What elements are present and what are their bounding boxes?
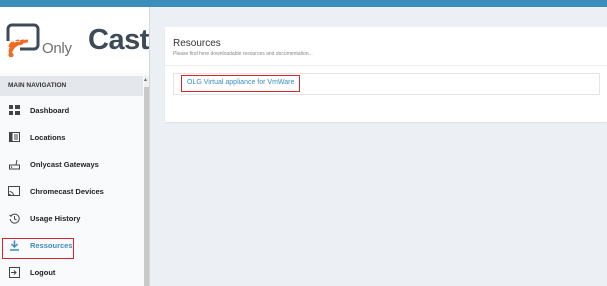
history-icon — [8, 212, 20, 224]
sidebar-item-label: Usage History — [30, 213, 81, 223]
logout-icon — [8, 266, 20, 278]
sidebar-scrollbar-thumb[interactable] — [144, 87, 149, 286]
sidebar-item-onlycast-gateways[interactable]: Onlycast Gateways — [0, 152, 143, 176]
sidebar-item-dashboard[interactable]: Dashboard — [0, 98, 143, 122]
scroll-up-icon[interactable]: ▲ — [143, 77, 148, 83]
sidebar-item-locations[interactable]: Locations — [0, 125, 143, 149]
sidebar: Only Cast MAIN NAVIGATION ▲ Dashboard Lo… — [0, 7, 150, 286]
resource-link-olg-vmware[interactable]: OLG Virtual appliance for VmWare — [181, 75, 301, 92]
sidebar-item-usage-history[interactable]: Usage History — [0, 206, 143, 230]
resource-row: OLG Virtual appliance for VmWare — [173, 73, 600, 95]
dashboard-icon — [8, 104, 20, 116]
sidebar-item-label: Chromecast Devices — [30, 186, 104, 196]
top-bar — [0, 0, 607, 7]
gateway-icon — [8, 158, 20, 170]
brand-cast-text: Cast — [88, 24, 149, 56]
logo[interactable]: Only Cast — [0, 7, 149, 73]
sidebar-item-logout[interactable]: Logout — [0, 260, 143, 284]
divider — [165, 65, 607, 66]
main-content: Resources Please find here downloadable … — [150, 7, 607, 286]
onlycast-logo-icon — [6, 23, 40, 57]
sidebar-item-chromecast-devices[interactable]: Chromecast Devices — [0, 179, 143, 203]
resources-card: Resources Please find here downloadable … — [165, 27, 607, 122]
nav-header: MAIN NAVIGATION — [0, 76, 143, 96]
highlight-box — [2, 238, 74, 259]
locations-icon — [8, 131, 20, 143]
sidebar-item-label: Onlycast Gateways — [30, 159, 99, 169]
chromecast-icon — [8, 185, 20, 197]
sidebar-item-label: Logout — [30, 267, 56, 277]
brand-only-text: Only — [42, 40, 72, 57]
sidebar-item-label: Dashboard — [30, 105, 70, 115]
sidebar-item-label: Locations — [30, 132, 66, 142]
page-title: Resources — [173, 38, 221, 49]
page-subtitle: Please find here downloadable resources … — [173, 51, 313, 57]
